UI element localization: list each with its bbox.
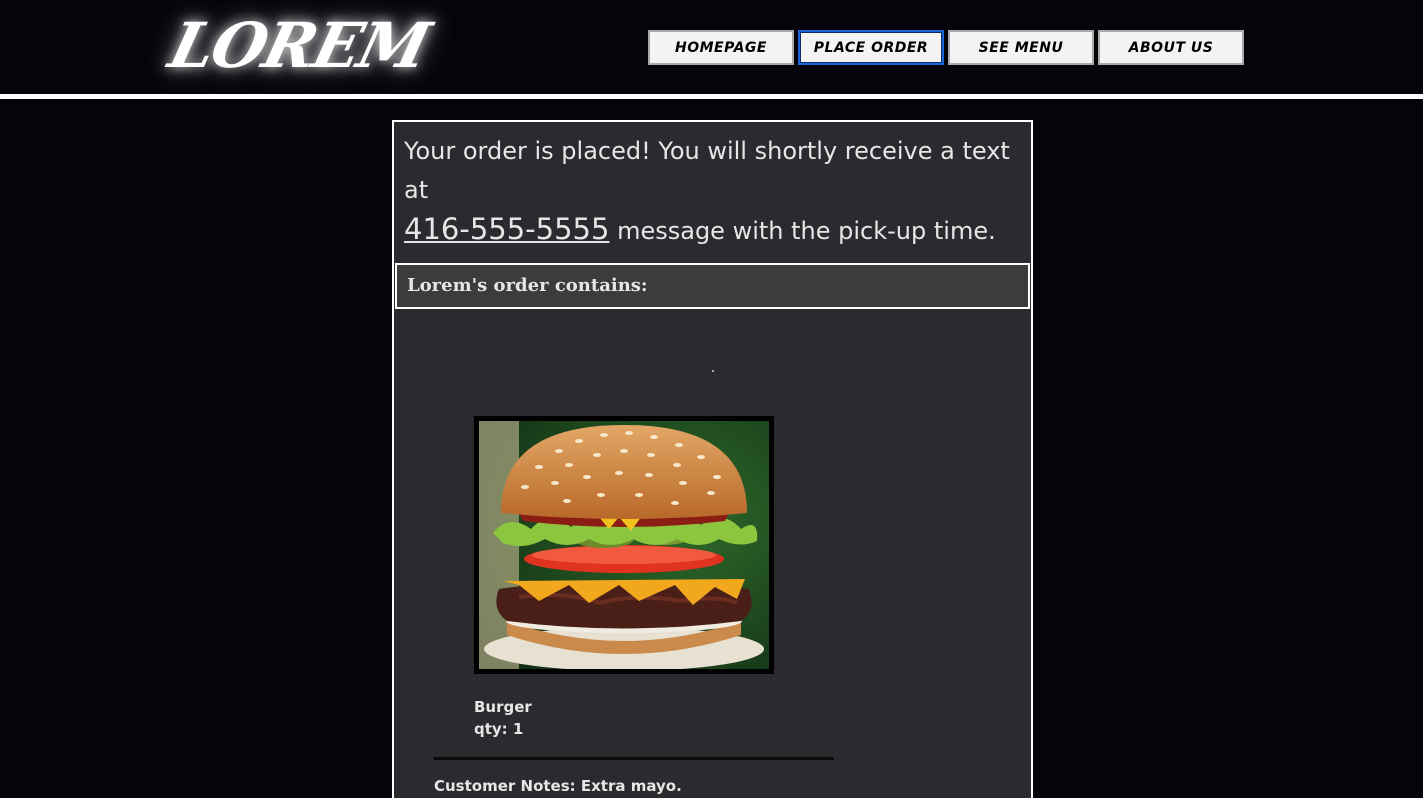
nav-see-menu-button[interactable]: SEE MENU xyxy=(948,30,1094,65)
order-confirmation-card: Your order is placed! You will shortly r… xyxy=(392,120,1033,798)
nav-homepage-button[interactable]: HOMEPAGE xyxy=(648,30,794,65)
item-divider xyxy=(434,757,834,760)
confirmation-text-before: Your order is placed! You will shortly r… xyxy=(404,137,1010,204)
item-quantity: qty: 1 xyxy=(474,720,524,738)
page: LOREM HOMEPAGE PLACE ORDER SEE MENU ABOU… xyxy=(0,0,1423,798)
nav-about-us-button[interactable]: ABOUT US xyxy=(1098,30,1244,65)
burger-icon xyxy=(479,421,769,669)
order-heading: Lorem's order contains: xyxy=(395,263,1030,309)
decorative-dot xyxy=(712,370,714,372)
phone-link[interactable]: 416-555-5555 xyxy=(404,212,609,246)
confirmation-message: Your order is placed! You will shortly r… xyxy=(394,122,1031,263)
item-name: Burger xyxy=(474,698,532,716)
burger-image xyxy=(474,416,774,674)
confirmation-text-after: message with the pick-up time. xyxy=(617,217,996,245)
site-header: LOREM HOMEPAGE PLACE ORDER SEE MENU ABOU… xyxy=(0,0,1423,95)
header-divider xyxy=(0,94,1423,99)
main-nav: HOMEPAGE PLACE ORDER SEE MENU ABOUT US xyxy=(648,30,1244,65)
site-logo[interactable]: LOREM xyxy=(147,6,441,96)
customer-notes: Customer Notes: Extra mayo. xyxy=(434,777,682,795)
nav-place-order-button[interactable]: PLACE ORDER xyxy=(798,30,944,65)
